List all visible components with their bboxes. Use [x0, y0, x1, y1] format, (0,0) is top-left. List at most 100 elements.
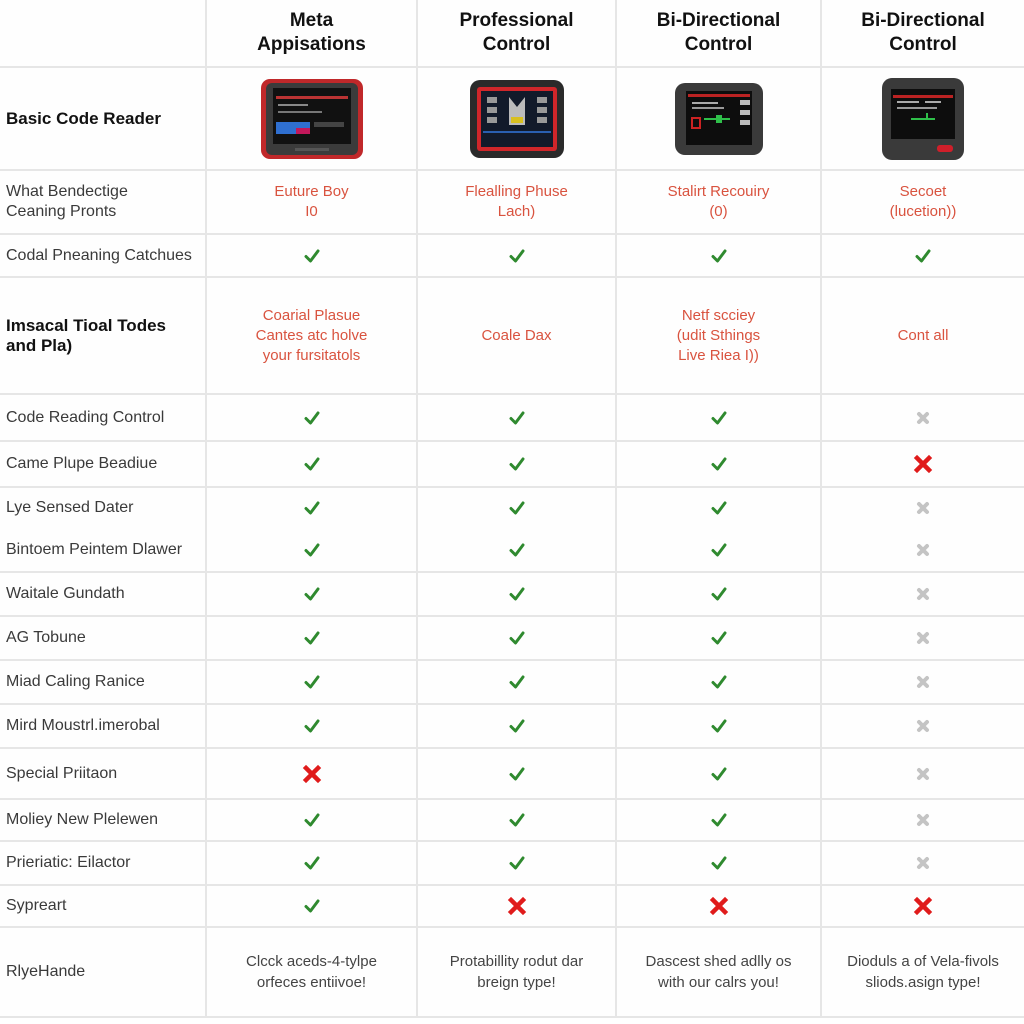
text-line: Netf scciey	[681, 306, 756, 324]
text-line: Secoet	[899, 183, 947, 200]
value-cell	[617, 488, 822, 528]
cross-icon	[913, 896, 933, 916]
value-cell	[617, 617, 822, 661]
value-cell	[617, 395, 822, 442]
text-line: with our calrs you!	[658, 974, 779, 991]
check-icon	[304, 457, 319, 471]
check-icon	[509, 543, 524, 556]
cross-icon	[507, 896, 526, 916]
check-icon	[509, 813, 524, 827]
row-label: Bintoem Peintem Dlawer	[0, 528, 207, 573]
check-icon	[711, 813, 726, 827]
value-cell	[418, 842, 617, 886]
value-cell	[418, 886, 617, 928]
value-cell	[617, 800, 822, 842]
check-icon	[304, 856, 319, 870]
value-cell	[207, 661, 418, 705]
value-cell	[617, 842, 822, 886]
value-cell: Cont all	[822, 278, 1024, 395]
row-label: Imsacal Tioal Todes and Pla)	[0, 278, 207, 395]
value-cell	[418, 442, 617, 488]
value-cell: Netf scciey (udit Sthings Live Riea I))	[617, 278, 822, 395]
check-icon	[711, 543, 726, 556]
value-cell	[207, 235, 418, 278]
scan-tool-dark-icon	[674, 82, 763, 155]
check-icon	[304, 543, 319, 556]
value-cell: Clcck aceds-4-tylpe orfeces entiivoe!	[207, 928, 418, 1018]
text-line: sliods.asign type!	[865, 974, 981, 991]
value-cell	[207, 705, 418, 749]
column-header[interactable]: Bi-Directional Control	[617, 0, 822, 68]
unavailable-icon	[917, 502, 929, 514]
column-header[interactable]: Meta Appisations	[207, 0, 418, 68]
scan-tool-rugged-icon	[469, 79, 564, 158]
check-icon	[711, 411, 726, 424]
comparison-table: Meta Appisations Professional Control Bi-Dir…	[0, 0, 1024, 1020]
check-icon	[711, 675, 726, 689]
value-cell	[822, 573, 1024, 617]
check-icon	[304, 899, 319, 913]
device-cell	[207, 68, 418, 171]
value-cell	[418, 395, 617, 442]
check-icon	[304, 249, 319, 262]
text-line: Coarial Plasue	[262, 306, 361, 324]
value-cell	[207, 442, 418, 488]
check-icon	[711, 767, 726, 780]
unavailable-icon	[917, 676, 929, 688]
value-cell	[822, 235, 1024, 278]
check-icon	[304, 631, 319, 645]
cell-text: Coale Dax	[481, 326, 551, 346]
text-line: Stalirt Recouiry	[667, 183, 770, 200]
column-title-line: Control	[684, 34, 753, 55]
unavailable-icon	[917, 767, 929, 780]
text-line: Coale Dax	[481, 326, 552, 344]
text-line: Flealling Phuse	[465, 183, 568, 200]
text-line: (udit Sthings	[676, 326, 761, 344]
unavailable-icon	[917, 411, 929, 424]
check-icon	[711, 856, 726, 870]
value-cell	[418, 235, 617, 278]
check-icon	[304, 675, 319, 689]
value-cell	[207, 800, 418, 842]
value-cell	[418, 800, 617, 842]
row-label-line: Imsacal Tioal Todes	[6, 315, 166, 335]
check-icon	[509, 501, 524, 515]
row-label: Miad Caling Ranice	[0, 661, 207, 705]
text-line: Protabillity rodut dar	[449, 953, 584, 970]
value-cell	[418, 573, 617, 617]
row-label-text: Imsacal Tioal Todes and Pla)	[6, 316, 166, 356]
cell-text: Secoet (lucetion))	[890, 182, 957, 222]
column-header[interactable]: Professional Control	[418, 0, 617, 68]
value-cell	[617, 235, 822, 278]
cell-text: Flealling Phuse Lach)	[465, 182, 568, 222]
text-line: Clcck aceds-4-tylpe	[246, 953, 377, 970]
value-cell	[617, 661, 822, 705]
value-cell	[822, 842, 1024, 886]
device-cell	[418, 68, 617, 171]
check-icon	[509, 411, 524, 424]
row-label: Special Priitaon	[0, 749, 207, 800]
cross-icon	[302, 764, 321, 783]
column-header[interactable]: Bi-Directional Control	[822, 0, 1024, 68]
value-cell	[822, 442, 1024, 488]
value-cell	[207, 842, 418, 886]
column-title-line: Bi-Directional	[861, 10, 985, 31]
value-cell	[207, 395, 418, 442]
value-cell	[207, 617, 418, 661]
value-cell: Flealling Phuse Lach)	[418, 171, 617, 235]
cell-text: Cont all	[898, 326, 949, 346]
column-title-line: Bi-Directional	[656, 10, 781, 31]
column-title-line: Professional	[459, 10, 574, 31]
check-icon	[304, 813, 319, 827]
text-line: orfeces entiivoe!	[256, 974, 367, 991]
unavailable-icon	[917, 543, 929, 556]
text-line: Dascest shed adlly os	[645, 953, 792, 970]
value-cell: Protabillity rodut dar breign type!	[418, 928, 617, 1018]
row-label: Codal Pneaning Catchues	[0, 235, 207, 278]
value-cell	[207, 886, 418, 928]
row-label: What Bendectige Ceaning Pronts	[0, 171, 207, 235]
value-cell	[822, 705, 1024, 749]
column-title: Professional Control	[459, 9, 573, 57]
check-icon	[509, 719, 524, 733]
check-icon	[711, 457, 726, 471]
